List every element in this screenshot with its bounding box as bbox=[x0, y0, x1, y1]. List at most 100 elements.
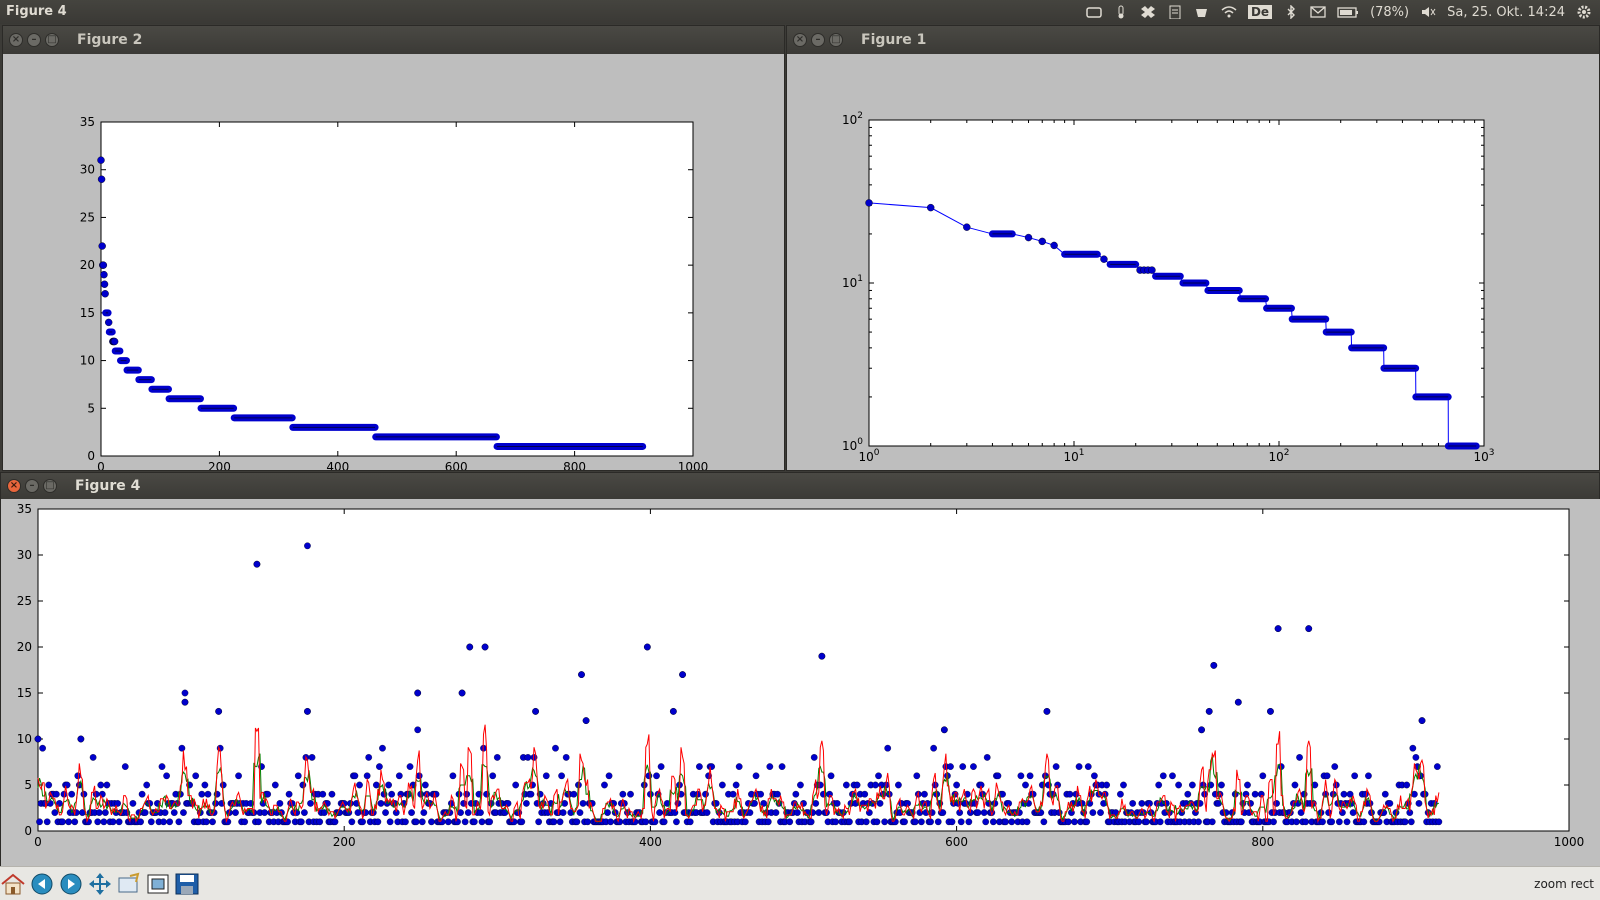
minimize-button[interactable]: – bbox=[811, 33, 825, 47]
data-point bbox=[1251, 790, 1259, 798]
data-point bbox=[760, 800, 768, 807]
titlebar-figure-2[interactable]: × – □ Figure 2 bbox=[3, 26, 784, 54]
system-tray: De (78%) Sa, 25. Okt. 14:24 bbox=[1086, 0, 1600, 24]
data-point bbox=[53, 790, 60, 798]
data-point bbox=[1247, 800, 1254, 807]
figure-2-plot[interactable]: 0 200 400 600 800 1000 0 5 10 15 20 25 30 35 bbox=[3, 54, 784, 470]
data-point bbox=[466, 643, 474, 651]
gear-icon[interactable] bbox=[1576, 5, 1592, 19]
dropbox-icon[interactable] bbox=[1140, 5, 1156, 19]
data-point bbox=[46, 800, 54, 807]
zoom-icon[interactable] bbox=[116, 872, 142, 896]
data-point bbox=[59, 818, 66, 826]
clipboard-icon[interactable] bbox=[1167, 5, 1183, 20]
mail-icon[interactable] bbox=[1310, 5, 1326, 19]
data-point bbox=[103, 781, 111, 789]
data-point bbox=[913, 772, 921, 780]
close-button[interactable]: × bbox=[9, 33, 23, 47]
data-point bbox=[927, 818, 934, 826]
data-point bbox=[1409, 744, 1417, 752]
figure-4-plot[interactable]: 0 200 400 600 800 1000 0 5 10 15 20 25 30 35 bbox=[1, 499, 1600, 867]
data-point bbox=[201, 781, 209, 789]
data-point bbox=[486, 818, 493, 826]
figure-1-plot[interactable]: 100 101 102 103100101102 bbox=[787, 54, 1599, 470]
data-point bbox=[1323, 772, 1331, 780]
data-point bbox=[1100, 255, 1108, 263]
close-button[interactable]: × bbox=[793, 33, 807, 47]
data-point bbox=[1259, 772, 1267, 780]
y-tick-label: 30 bbox=[17, 548, 32, 562]
x-tick-label: 800 bbox=[1251, 835, 1274, 849]
pan-icon[interactable] bbox=[87, 872, 113, 896]
bluetooth-icon[interactable] bbox=[1283, 4, 1299, 20]
data-point bbox=[192, 772, 200, 780]
keyboard-layout-indicator[interactable]: De bbox=[1247, 5, 1273, 19]
data-point bbox=[1418, 717, 1426, 724]
data-point bbox=[1351, 772, 1359, 780]
data-point bbox=[1244, 781, 1251, 789]
plot-area bbox=[37, 508, 1570, 832]
data-point bbox=[385, 781, 392, 789]
y-tick-exponent: 1 bbox=[857, 274, 863, 284]
home-icon[interactable] bbox=[0, 872, 26, 896]
data-point bbox=[89, 754, 97, 761]
data-point bbox=[97, 156, 105, 164]
data-point bbox=[989, 818, 997, 826]
titlebar-figure-1[interactable]: × – □ Figure 1 bbox=[787, 26, 1599, 54]
data-point bbox=[1267, 708, 1274, 715]
data-point bbox=[1195, 818, 1202, 826]
data-point bbox=[959, 763, 967, 770]
data-point bbox=[1412, 754, 1420, 761]
clock[interactable]: Sa, 25. Okt. 14:24 bbox=[1447, 5, 1565, 20]
data-point bbox=[1238, 818, 1245, 826]
data-point bbox=[74, 772, 82, 780]
data-point bbox=[365, 754, 373, 761]
data-point bbox=[1415, 800, 1423, 807]
cup-icon[interactable] bbox=[1194, 5, 1210, 19]
data-point bbox=[415, 772, 423, 780]
data-point bbox=[1291, 781, 1299, 789]
volume-icon[interactable] bbox=[1420, 5, 1436, 19]
data-point bbox=[671, 809, 679, 816]
battery-icon[interactable] bbox=[1337, 5, 1359, 19]
data-point bbox=[1120, 781, 1127, 789]
data-point bbox=[77, 735, 85, 743]
data-point bbox=[884, 744, 892, 752]
data-point bbox=[1008, 818, 1016, 826]
thermometer-icon[interactable] bbox=[1113, 5, 1129, 19]
minimize-button[interactable]: – bbox=[25, 479, 39, 493]
data-point bbox=[180, 809, 187, 816]
wifi-icon[interactable] bbox=[1221, 5, 1237, 19]
data-point bbox=[876, 800, 884, 807]
data-point bbox=[1403, 781, 1411, 789]
save-icon[interactable] bbox=[174, 872, 200, 896]
forward-icon[interactable] bbox=[58, 872, 84, 896]
data-point bbox=[449, 772, 457, 780]
data-point bbox=[1207, 781, 1215, 789]
data-point bbox=[348, 818, 356, 826]
titlebar-figure-4[interactable]: × – □ Figure 4 bbox=[1, 473, 1599, 499]
data-point bbox=[388, 790, 396, 798]
top-panel: Figure 4 De (78%) Sa, 25. Okt. 14:24 bbox=[0, 0, 1600, 24]
data-point bbox=[861, 790, 869, 798]
close-button[interactable]: × bbox=[7, 479, 21, 493]
data-point bbox=[406, 763, 414, 770]
maximize-button[interactable]: □ bbox=[43, 479, 57, 493]
data-point bbox=[359, 818, 366, 826]
subplots-icon[interactable] bbox=[145, 872, 171, 896]
data-point bbox=[562, 754, 570, 761]
back-icon[interactable] bbox=[29, 872, 55, 896]
data-point bbox=[1407, 818, 1415, 826]
maximize-button[interactable]: □ bbox=[45, 33, 59, 47]
data-point bbox=[1184, 790, 1192, 798]
minimize-button[interactable]: – bbox=[27, 33, 41, 47]
data-point bbox=[1218, 781, 1225, 789]
data-point bbox=[1270, 818, 1277, 826]
cloud-icon[interactable] bbox=[1086, 5, 1102, 19]
data-point bbox=[297, 818, 305, 826]
data-point bbox=[71, 818, 79, 826]
maximize-button[interactable]: □ bbox=[829, 33, 843, 47]
data-point bbox=[982, 818, 990, 826]
data-point bbox=[527, 790, 535, 798]
data-point bbox=[98, 790, 106, 798]
